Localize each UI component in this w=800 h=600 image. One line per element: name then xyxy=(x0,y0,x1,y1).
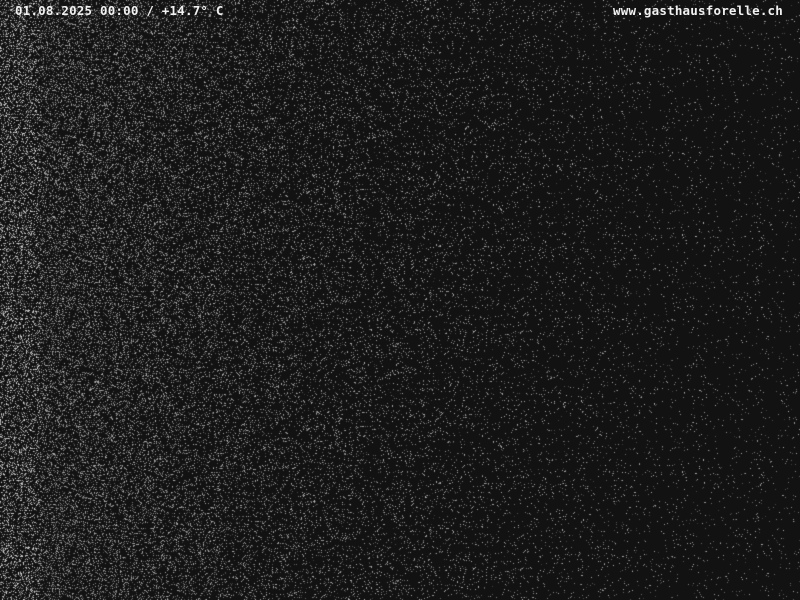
webcam-night-image xyxy=(0,0,800,600)
website-watermark: www.gasthausforelle.ch xyxy=(613,3,783,18)
webcam-frame: 01.08.2025 00:00 / +14.7° C www.gasthaus… xyxy=(0,0,800,600)
timestamp-temperature-label: 01.08.2025 00:00 / +14.7° C xyxy=(15,3,224,18)
